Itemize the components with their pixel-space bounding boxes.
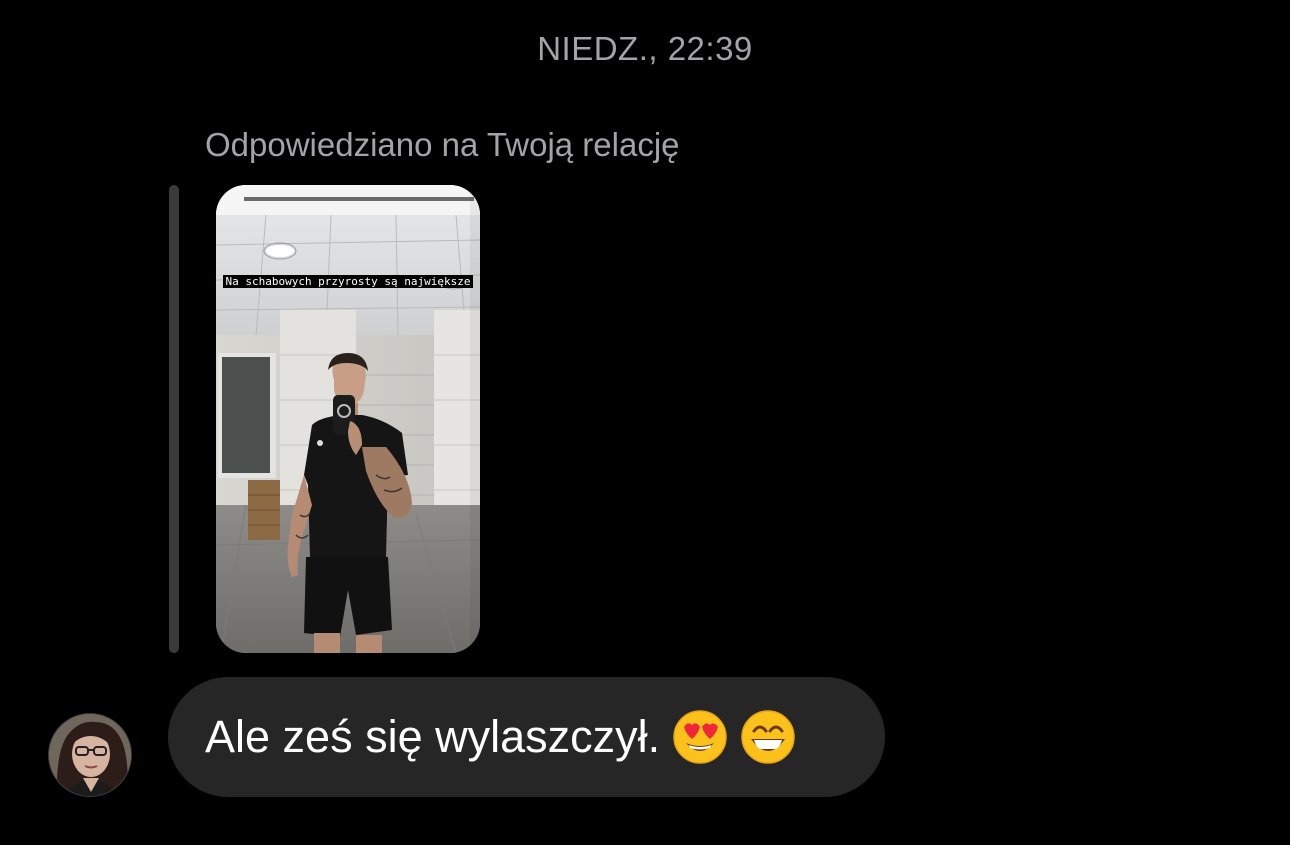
story-photo bbox=[216, 185, 480, 653]
avatar[interactable] bbox=[48, 713, 132, 797]
story-preview[interactable]: Na schabowych przyrosty są największe bbox=[216, 185, 480, 653]
reply-indicator-bar bbox=[169, 185, 179, 653]
avatar-photo bbox=[49, 714, 131, 796]
story-caption: Na schabowych przyrosty są największe bbox=[223, 275, 473, 288]
message-timestamp: NIEDZ., 22:39 bbox=[537, 30, 753, 67]
grinning-face-with-smiling-eyes-icon bbox=[741, 710, 795, 764]
story-reply-caption: Odpowiedziano na Twoją relację bbox=[205, 126, 680, 163]
dm-thread: NIEDZ., 22:39 Odpowiedziano na Twoją rel… bbox=[0, 0, 1290, 845]
message-bubble[interactable]: Ale ześ się wylaszczył. bbox=[168, 677, 885, 797]
message-text: Ale ześ się wylaszczył. bbox=[205, 711, 661, 762]
smiling-face-with-heart-eyes-icon bbox=[673, 710, 727, 764]
